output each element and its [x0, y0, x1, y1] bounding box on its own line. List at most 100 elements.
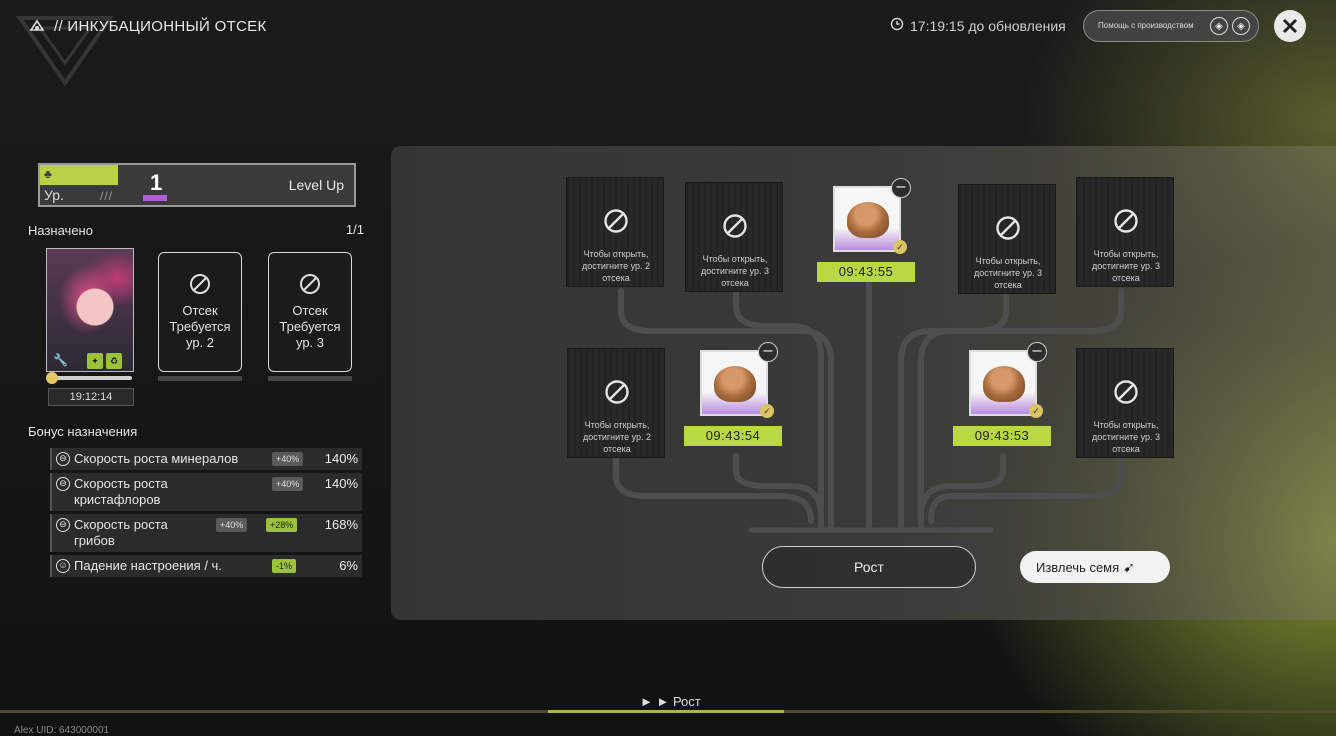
incubator-icon [28, 17, 46, 35]
level-accent: ♣ [40, 165, 118, 185]
bonus-percent: 140% [324, 451, 358, 466]
assigned-count: 1/1 [345, 222, 364, 237]
bonus-chip-green: -1% [272, 559, 297, 573]
growth-icon: ⊖ [56, 477, 70, 491]
locked-icon [996, 216, 1020, 240]
remove-button[interactable]: – [1027, 342, 1047, 362]
mood-icon: ☺ [56, 559, 70, 573]
log-mushroom-icon [983, 366, 1025, 402]
bonus-name: Скорость роста кристафлоров [74, 476, 168, 507]
locked-cell-text: Чтобы открыть, достигните ур. 2 отсека [581, 249, 651, 283]
slot-text: Отсек Требуется ур. 2 [169, 303, 231, 350]
locked-slot-lvl2[interactable]: Отсек Требуется ур. 2 [158, 252, 242, 372]
production-help-button[interactable]: Помощь с производством ◈ ◈ [1083, 10, 1259, 42]
bonus-name: Скорость роста минералов [74, 451, 239, 466]
bonus-chip: +40% [272, 477, 304, 491]
page-title: // ИНКУБАЦИОННЫЙ ОТСЕК [54, 17, 267, 35]
locked-icon [1114, 380, 1138, 404]
locked-incubator-cell[interactable]: Чтобы открыть, достигните ур. 3 отсека [685, 182, 783, 292]
bottom-nav-label[interactable]: ► ► Рост [640, 694, 701, 709]
locked-incubator-cell[interactable]: Чтобы открыть, достигните ур. 2 отсека [566, 177, 664, 287]
bonus-percent: 6% [339, 558, 358, 573]
bottom-progress-line [0, 710, 1336, 713]
ready-check-icon: ✓ [1029, 404, 1043, 418]
locked-slot-lvl3[interactable]: Отсек Требуется ур. 3 [268, 252, 352, 372]
extract-seed-button[interactable]: Извлечь семя ➹ [1020, 551, 1170, 583]
assigned-header: Назначено 1/1 [28, 222, 368, 240]
locked-cell-text: Чтобы открыть, достигните ур. 3 отсека [973, 256, 1043, 290]
bonus-row: ⊖ Скорость роста грибов +40% +28% 168% [50, 514, 362, 552]
help-label: Помощь с производством [1098, 21, 1194, 30]
locked-cell-text: Чтобы открыть, достигните ур. 2 отсека [582, 420, 652, 454]
locked-incubator-cell[interactable]: Чтобы открыть, достигните ур. 3 отсека [1076, 348, 1174, 458]
locked-cell-text: Чтобы открыть, достигните ур. 3 отсека [700, 254, 770, 288]
bonus-chip: +40% [272, 452, 304, 466]
log-mushroom-icon [847, 202, 889, 238]
refresh-timer: 17:19:15 до обновления [890, 17, 1066, 34]
active-incubator-cell[interactable]: – ✓ 09:43:55 [817, 178, 917, 290]
slider-thumb[interactable] [46, 372, 58, 384]
skill-badge-icon-2: ♻ [106, 353, 122, 369]
skill-badge-icon: ✦ [87, 353, 103, 369]
active-incubator-cell[interactable]: – ✓ 09:43:54 [684, 342, 784, 454]
mushroom-item-image [700, 350, 768, 416]
bonus-row: ⊖ Скорость роста минералов +40% 140% [50, 448, 362, 470]
ready-check-icon: ✓ [893, 240, 907, 254]
locked-icon [604, 209, 628, 233]
active-incubator-cell[interactable]: – ✓ 09:43:53 [953, 342, 1053, 454]
seed-icon: ➹ [1123, 558, 1135, 575]
locked-incubator-cell[interactable]: Чтобы открыть, достигните ур. 3 отсека [1076, 177, 1174, 287]
locked-icon [605, 380, 629, 404]
growth-icon: ⊖ [56, 452, 70, 466]
locked-icon [723, 214, 747, 238]
locked-incubator-cell[interactable]: Чтобы открыть, достигните ур. 3 отсека [958, 184, 1056, 294]
locked-icon [1114, 209, 1138, 233]
mushroom-item-image [833, 186, 901, 252]
growth-timer: 09:43:55 [817, 262, 915, 282]
incubator-small-icon: ♣ [44, 167, 52, 181]
slot-text: Отсек Требуется ур. 3 [279, 303, 341, 350]
level-prefix: Ур. [44, 187, 64, 203]
level-value: 1 [150, 170, 163, 195]
bonus-name: Падение настроения / ч. [74, 558, 222, 573]
character-time: 19:12:14 [48, 388, 134, 406]
growth-timer: 09:43:53 [953, 426, 1051, 446]
character-mood-slider[interactable] [46, 372, 132, 384]
page-title-group: // ИНКУБАЦИОННЫЙ ОТСЕК [28, 17, 267, 35]
bonus-percent: 140% [324, 476, 358, 491]
level-up-button[interactable]: Level Up [289, 177, 344, 193]
top-bar: // ИНКУБАЦИОННЫЙ ОТСЕК 17:19:15 до обнов… [0, 0, 1336, 54]
bonus-row: ☺ Падение настроения / ч. -1% 6% [50, 555, 362, 577]
locked-cell-text: Чтобы открыть, достигните ур. 3 отсека [1091, 420, 1161, 454]
bonus-chip-green: +28% [266, 518, 298, 532]
assigned-character-card[interactable]: 🔧 ✦ ♻ [46, 248, 134, 372]
remove-button[interactable]: – [891, 178, 911, 198]
player-uid: Alex UID: 643000001 [14, 725, 110, 736]
locked-icon [300, 274, 320, 294]
resource-icon-2[interactable]: ◈ [1232, 17, 1250, 35]
wrench-icon: 🔧 [53, 353, 68, 367]
extract-seed-label: Извлечь семя [1036, 559, 1120, 575]
mushroom-item-image [969, 350, 1037, 416]
bonus-name: Скорость роста грибов [74, 517, 168, 548]
refresh-timer-text: 17:19:15 до обновления [910, 17, 1066, 34]
bonus-row: ⊖ Скорость роста кристафлоров +40% 140% [50, 473, 362, 511]
clock-icon [890, 17, 904, 34]
slot-foot [268, 376, 352, 381]
resource-icon[interactable]: ◈ [1210, 17, 1228, 35]
bonus-chip: +40% [216, 518, 248, 532]
level-bar [143, 195, 167, 201]
bonus-list: ⊖ Скорость роста минералов +40% 140% ⊖ С… [50, 448, 362, 580]
level-slashes: /// [100, 189, 114, 203]
growth-timer: 09:43:54 [684, 426, 782, 446]
bonus-percent: 168% [324, 517, 358, 532]
close-button[interactable] [1274, 10, 1306, 42]
remove-button[interactable]: – [758, 342, 778, 362]
locked-incubator-cell[interactable]: Чтобы открыть, достигните ур. 2 отсека [567, 348, 665, 458]
level-panel[interactable]: ♣ Ур. /// 1 Level Up [38, 163, 356, 207]
locked-icon [190, 274, 210, 294]
grow-button[interactable]: Рост [762, 546, 976, 588]
locked-cell-text: Чтобы открыть, достигните ур. 3 отсека [1091, 249, 1161, 283]
bonus-title: Бонус назначения [28, 424, 138, 439]
assigned-label: Назначено [28, 223, 93, 238]
